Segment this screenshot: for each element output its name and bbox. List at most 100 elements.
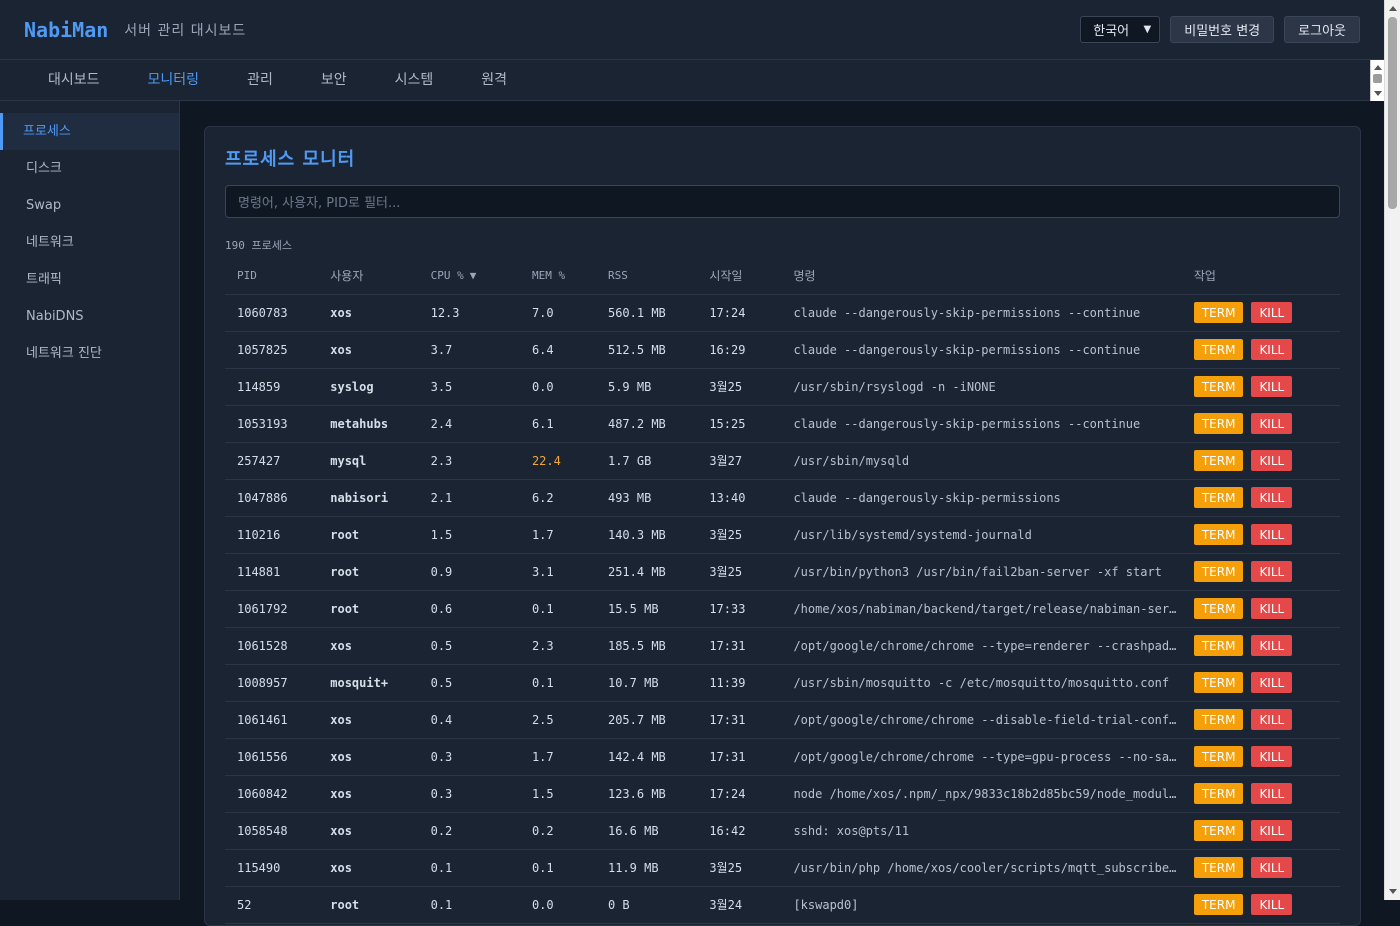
cell-pid: 1061556 — [225, 738, 319, 776]
scroll-down-icon[interactable] — [1374, 91, 1382, 96]
cell-pid: 1061528 — [225, 627, 319, 665]
process-monitor-panel: 프로세스 모니터 명령어, 사용자, PID로 필터... 190 프로세스 P… — [204, 126, 1361, 926]
brand-logo[interactable]: NabiMan — [24, 18, 108, 42]
page-scrollbar[interactable] — [1384, 0, 1400, 900]
kill-button[interactable]: KILL — [1251, 598, 1293, 619]
term-button[interactable]: TERM — [1193, 857, 1244, 878]
cell-pid: 1060842 — [225, 775, 319, 813]
term-button[interactable]: TERM — [1193, 450, 1244, 471]
kill-button[interactable]: KILL — [1251, 709, 1293, 730]
process-filter-input[interactable]: 명령어, 사용자, PID로 필터... — [225, 185, 1340, 218]
cell-mem: 1.7 — [519, 516, 596, 554]
scroll-down-icon[interactable] — [1389, 889, 1397, 894]
col-cpu[interactable]: CPU % ▼ — [418, 257, 520, 295]
term-button[interactable]: TERM — [1193, 524, 1244, 545]
cell-actions: TERM KILL — [1181, 775, 1340, 813]
sidebar-item-5[interactable]: NabiDNS — [0, 298, 179, 335]
kill-button[interactable]: KILL — [1251, 413, 1293, 434]
kill-button[interactable]: KILL — [1251, 783, 1293, 804]
term-button[interactable]: TERM — [1193, 672, 1244, 693]
term-button[interactable]: TERM — [1193, 339, 1244, 360]
scroll-up-icon[interactable] — [1389, 6, 1397, 11]
tab-3[interactable]: 보안 — [297, 60, 371, 100]
kill-button[interactable]: KILL — [1251, 339, 1293, 360]
term-button[interactable]: TERM — [1193, 820, 1244, 841]
change-password-button[interactable]: 비밀번호 변경 — [1170, 16, 1275, 43]
kill-button[interactable]: KILL — [1251, 302, 1293, 323]
cell-actions: TERM KILL — [1181, 701, 1340, 739]
kill-button[interactable]: KILL — [1251, 672, 1293, 693]
sidebar-item-3[interactable]: 네트워크 — [0, 224, 179, 261]
term-button[interactable]: TERM — [1193, 598, 1244, 619]
sidebar-item-6[interactable]: 네트워크 진단 — [0, 335, 179, 372]
cell-rss: 493 MB — [595, 479, 698, 517]
cell-rss: 1.7 GB — [595, 442, 698, 480]
cell-pid: 1060783 — [225, 294, 319, 332]
cell-mem: 0.2 — [519, 812, 596, 850]
kill-button[interactable]: KILL — [1251, 450, 1293, 471]
table-row: 1060783 xos 12.3 7.0 560.1 MB 17:24 claude --d… — [225, 294, 1340, 332]
sidebar-item-4[interactable]: 트래픽 — [0, 261, 179, 298]
cell-cpu: 0.5 — [418, 664, 520, 702]
table-row: 1008957 mosquit+ 0.5 0.1 10.7 MB 11:39/usr/sb… — [225, 664, 1340, 702]
sidebar-item-1[interactable]: 디스크 — [0, 150, 179, 187]
language-select[interactable]: 한국어 ▼ — [1080, 16, 1161, 43]
term-button[interactable]: TERM — [1193, 561, 1244, 582]
col-pid[interactable]: PID — [225, 257, 319, 295]
cell-start: 3월24 — [697, 886, 782, 924]
term-button[interactable]: TERM — [1193, 302, 1244, 323]
kill-button[interactable]: KILL — [1251, 487, 1293, 508]
table-row: 1061556 xos 0.3 1.7 142.4 MB 17:31/opt/google… — [225, 738, 1340, 776]
cell-start: 17:24 — [697, 775, 782, 813]
kill-button[interactable]: KILL — [1251, 561, 1293, 582]
tab-0[interactable]: 대시보드 — [24, 60, 124, 100]
term-button[interactable]: TERM — [1193, 635, 1244, 656]
term-button[interactable]: TERM — [1193, 413, 1244, 434]
term-button[interactable]: TERM — [1193, 376, 1244, 397]
cell-user: syslog — [318, 368, 419, 406]
tab-2[interactable]: 관리 — [223, 60, 297, 100]
cell-command: claude --dangerously-skip-permissions — [781, 479, 1182, 517]
sidebar-item-0[interactable]: 프로세스 — [0, 113, 179, 150]
cell-user: xos — [318, 775, 419, 813]
kill-button[interactable]: KILL — [1251, 746, 1293, 767]
cell-cpu: 12.3 — [418, 294, 520, 332]
col-user[interactable]: 사용자 — [318, 257, 419, 295]
term-button[interactable]: TERM — [1193, 894, 1244, 915]
cell-pid: 1008957 — [225, 664, 319, 702]
cell-user: xos — [318, 812, 419, 850]
kill-button[interactable]: KILL — [1251, 524, 1293, 545]
tab-4[interactable]: 시스템 — [371, 60, 458, 100]
cell-start: 3월27 — [697, 442, 782, 480]
col-mem[interactable]: MEM % — [519, 257, 596, 295]
top-header: NabiMan 서버 관리 대시보드 한국어 ▼ 비밀번호 변경 로그아웃 — [0, 0, 1384, 60]
term-button[interactable]: TERM — [1193, 709, 1244, 730]
cell-user: xos — [318, 701, 419, 739]
kill-button[interactable]: KILL — [1251, 894, 1293, 915]
kill-button[interactable]: KILL — [1251, 635, 1293, 656]
col-start[interactable]: 시작일 — [697, 257, 782, 295]
col-command[interactable]: 명령 — [781, 257, 1182, 295]
term-button[interactable]: TERM — [1193, 746, 1244, 767]
nav-scrollbar[interactable] — [1370, 60, 1384, 101]
term-button[interactable]: TERM — [1193, 783, 1244, 804]
cell-actions: TERM KILL — [1181, 590, 1340, 628]
tab-1[interactable]: 모니터링 — [124, 60, 224, 100]
kill-button[interactable]: KILL — [1251, 857, 1293, 878]
cell-mem: 0.1 — [519, 590, 596, 628]
cell-actions: TERM KILL — [1181, 294, 1340, 332]
term-button[interactable]: TERM — [1193, 487, 1244, 508]
cell-mem: 6.2 — [519, 479, 596, 517]
logout-button[interactable]: 로그아웃 — [1284, 16, 1360, 43]
tab-5[interactable]: 원격 — [457, 60, 531, 100]
cell-command: /opt/google/chrome/chrome --type=rendere… — [781, 627, 1182, 665]
kill-button[interactable]: KILL — [1251, 820, 1293, 841]
sidebar-item-2[interactable]: Swap — [0, 187, 179, 224]
scroll-thumb[interactable] — [1388, 17, 1397, 209]
col-rss[interactable]: RSS — [595, 257, 698, 295]
table-row: 1047886 nabisori 2.1 6.2 493 MB 13:40 claude -… — [225, 479, 1340, 517]
scroll-thumb[interactable] — [1373, 74, 1382, 83]
scroll-up-icon[interactable] — [1374, 65, 1382, 70]
cell-actions: TERM KILL — [1181, 812, 1340, 850]
kill-button[interactable]: KILL — [1251, 376, 1293, 397]
